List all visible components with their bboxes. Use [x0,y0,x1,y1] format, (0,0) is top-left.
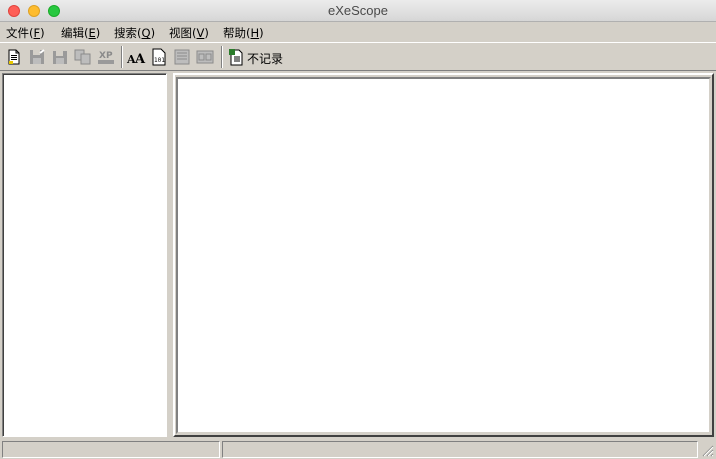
open-file-icon [8,49,20,65]
menu-search-accelerator: Q [141,26,151,40]
save-as-button[interactable] [50,47,70,67]
menu-bar: 文件(F) 编辑(E) 搜索(Q) 视图(V) 帮助(H) [0,22,716,42]
save-icon [30,49,45,64]
menu-file-label: 文件( [6,26,34,40]
menu-search-tail: ) [150,26,156,40]
status-bar [0,439,716,459]
menu-help[interactable]: 帮助(H) [223,25,264,41]
menu-edit-tail: ) [95,26,101,40]
xp-manifest-button[interactable]: XP [96,47,116,67]
menu-edit-accelerator: E [88,26,96,40]
content-view-pane[interactable] [176,77,711,434]
xp-manifest-icon: XP [98,51,114,64]
log-icon [229,49,243,66]
log-label[interactable]: 不记录 [247,50,283,67]
resize-grip-icon[interactable] [700,443,714,457]
menu-view[interactable]: 视图(V) [169,25,209,41]
menu-help-label: 帮助( [223,26,251,40]
form-button[interactable] [195,47,215,67]
menu-view-tail: ) [204,26,209,40]
menu-help-accelerator: H [250,26,260,40]
dialog-edit-icon [174,49,190,65]
toolbar: XP A A 101 不记录 [0,42,716,71]
window-title: eXeScope [328,3,388,18]
copy-button[interactable] [73,47,93,67]
svg-text:A: A [134,52,146,67]
dialog-edit-button[interactable] [172,47,192,67]
status-panel-left [2,441,220,458]
menu-search-label: 搜索( [114,26,142,40]
menu-search[interactable]: 搜索(Q) [114,25,155,41]
menu-view-label: 视图( [169,26,197,40]
menu-file-tail: ) [40,26,45,40]
menu-edit[interactable]: 编辑(E) [61,25,100,41]
title-bar: eXeScope [0,0,716,22]
font-icon: A A [126,52,146,67]
save-button[interactable] [27,47,47,67]
log-button[interactable] [226,47,246,67]
toolbar-separator [121,46,123,68]
open-file-button[interactable] [4,47,24,67]
menu-edit-label: 编辑( [61,26,89,40]
form-icon [196,50,214,64]
resource-tree-pane[interactable] [2,73,167,437]
svg-text:101: 101 [154,57,165,64]
binary-view-icon: 101 [152,48,166,66]
svg-text:XP: XP [99,51,113,61]
binary-view-button[interactable]: 101 [149,47,169,67]
menu-help-tail: ) [259,26,264,40]
font-button[interactable]: A A [126,47,146,67]
menu-file[interactable]: 文件(F) [6,25,45,41]
copy-icon [74,49,91,65]
toolbar-separator [221,46,223,68]
save-as-icon [53,51,67,64]
status-panel-right [222,441,698,458]
